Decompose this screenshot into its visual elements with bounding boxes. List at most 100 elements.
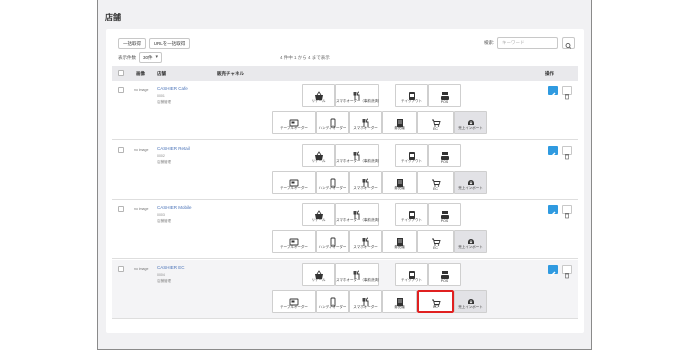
channel-label: 券売機 (394, 126, 405, 130)
channel-tile-pos[interactable]: POS (428, 203, 461, 226)
basket-icon (314, 267, 324, 279)
chevron-down-icon: ▾ (155, 54, 158, 60)
channel-tile-ticket[interactable]: 券売機 (382, 290, 417, 313)
channel-tile-ticket[interactable]: 券売機 (382, 230, 417, 253)
url-bulk-get-button[interactable]: URLを一括取得 (149, 38, 190, 49)
channel-tile-table_order[interactable]: テーブルオーダー (272, 290, 316, 313)
channel-tile-smart_order[interactable]: スマホオーダー（事前決済） (335, 263, 381, 286)
channel-tile-handy_order[interactable]: ハンディオーダー (316, 230, 349, 253)
select-all-checkbox[interactable] (118, 70, 124, 76)
basket-icon (314, 207, 324, 219)
no-image-placeholder: no image (134, 267, 149, 271)
channel-tile-handy_order[interactable]: ハンディオーダー (316, 290, 349, 313)
channel-tile-sales_import[interactable]: 売上インポート (454, 230, 487, 253)
channel-tile-ec[interactable]: EC (417, 111, 454, 134)
fork-knife-icon (361, 294, 371, 306)
tablet-icon (289, 294, 299, 306)
channel-tile-order[interactable]: リテール (302, 263, 335, 286)
table-row: no image CASHIER Mobile 0003 店舗管理 リテール スマホオーダ… (112, 200, 578, 259)
no-image-placeholder: no image (134, 88, 149, 92)
channel-tile-ec[interactable]: EC (417, 171, 454, 194)
channel-tile-smart_order2[interactable]: スマホオーダー (349, 290, 382, 313)
edit-icon (551, 152, 556, 157)
row-checkbox[interactable] (118, 206, 124, 212)
channel-tile-smart_order[interactable]: スマホオーダー（事前決済） (335, 203, 381, 226)
channel-tile-ec[interactable]: EC (417, 230, 454, 253)
handy-phone-icon (328, 234, 338, 247)
cart-icon (431, 115, 441, 127)
channel-label: リテール (311, 99, 326, 103)
store-list-card: 一括取得 URLを一括取得 表示件数 30件 ▾ 4 件中 1 から 4 まで表… (106, 29, 584, 333)
pos-register-icon (440, 267, 450, 279)
channel-label: リテール (311, 159, 326, 163)
channel-tile-smart_order2[interactable]: スマホオーダー (349, 230, 382, 253)
header-action: 操作 (545, 71, 554, 76)
channel-label: 売上インポート (458, 245, 483, 249)
channel-label: ハンディオーダー (318, 245, 347, 249)
ticket-machine-icon (395, 294, 405, 306)
no-image-placeholder: no image (134, 148, 149, 152)
trash-icon (565, 213, 569, 219)
header-store: 店舗 (157, 71, 166, 76)
channel-tile-ticket[interactable]: 券売機 (382, 171, 417, 194)
sales-import-icon (466, 115, 476, 125)
channel-label: 売上インポート (458, 186, 483, 190)
channel-tile-handy_order[interactable]: ハンディオーダー (316, 171, 349, 194)
store-manage-text: 店舗管理 (157, 279, 171, 283)
store-name-link[interactable]: CASHIER Retail (157, 146, 190, 151)
takeout-bag-icon (407, 267, 417, 279)
search-input[interactable]: キーワード (497, 37, 558, 49)
row-checkbox[interactable] (118, 266, 124, 272)
channel-tile-pos[interactable]: POS (428, 84, 461, 107)
channel-tile-pos[interactable]: POS (428, 263, 461, 286)
header-image: 画像 (136, 71, 145, 76)
channel-tile-table_order[interactable]: テーブルオーダー (272, 230, 316, 253)
channel-tile-smart_order[interactable]: スマホオーダー（事前決済） (335, 144, 381, 167)
channel-tile-sales_import[interactable]: 売上インポート (454, 111, 487, 134)
search-button[interactable] (562, 37, 575, 49)
store-name-link[interactable]: CASHIER Mobile (157, 205, 192, 210)
fork-knife-icon (361, 234, 371, 246)
channel-tile-takeout[interactable]: テイクアウト (395, 203, 428, 226)
edit-button[interactable] (548, 86, 558, 97)
store-name-link[interactable]: CASHIER EC (157, 265, 185, 270)
delete-button[interactable] (562, 86, 572, 100)
channel-tile-smart_order2[interactable]: スマホオーダー (349, 171, 382, 194)
channel-tile-ticket[interactable]: 券売機 (382, 111, 417, 134)
row-checkbox[interactable] (118, 87, 124, 93)
channel-tile-order[interactable]: リテール (302, 144, 335, 167)
channel-tile-takeout[interactable]: テイクアウト (395, 144, 428, 167)
channel-tile-handy_order[interactable]: ハンディオーダー (316, 111, 349, 134)
per-page-value: 30件 (143, 55, 153, 60)
channel-label: POS (440, 279, 449, 283)
channel-tile-table_order[interactable]: テーブルオーダー (272, 171, 316, 194)
edit-button[interactable] (548, 205, 558, 216)
channel-tile-smart_order2[interactable]: スマホオーダー (349, 111, 382, 134)
channel-tile-sales_import[interactable]: 売上インポート (454, 290, 487, 313)
delete-button[interactable] (562, 265, 572, 279)
cart-icon (431, 295, 441, 307)
fork-knife-icon (352, 148, 362, 160)
channel-tile-pos[interactable]: POS (428, 144, 461, 167)
channel-tile-sales_import[interactable]: 売上インポート (454, 171, 487, 194)
channel-tile-smart_order[interactable]: スマホオーダー（事前決済） (335, 84, 381, 107)
channel-tile-order[interactable]: リテール (302, 84, 335, 107)
channel-tile-takeout[interactable]: テイクアウト (395, 263, 428, 286)
delete-button[interactable] (562, 205, 572, 219)
per-page-select[interactable]: 30件 ▾ (139, 52, 162, 63)
store-name-link[interactable]: CASHIER Cafe (157, 86, 188, 91)
edit-button[interactable] (548, 146, 558, 157)
tablet-icon (289, 234, 299, 246)
channel-label: EC (433, 187, 438, 191)
channel-tile-table_order[interactable]: テーブルオーダー (272, 111, 316, 134)
edit-button[interactable] (548, 265, 558, 276)
channel-tile-takeout[interactable]: テイクアウト (395, 84, 428, 107)
ticket-machine-icon (395, 175, 405, 187)
trash-icon (565, 273, 569, 279)
delete-button[interactable] (562, 146, 572, 160)
channel-tile-order[interactable]: リテール (302, 203, 335, 226)
trash-icon (565, 94, 569, 100)
channel-tile-ec[interactable]: EC (417, 290, 454, 313)
bulk-get-button[interactable]: 一括取得 (118, 38, 146, 49)
row-checkbox[interactable] (118, 147, 124, 153)
